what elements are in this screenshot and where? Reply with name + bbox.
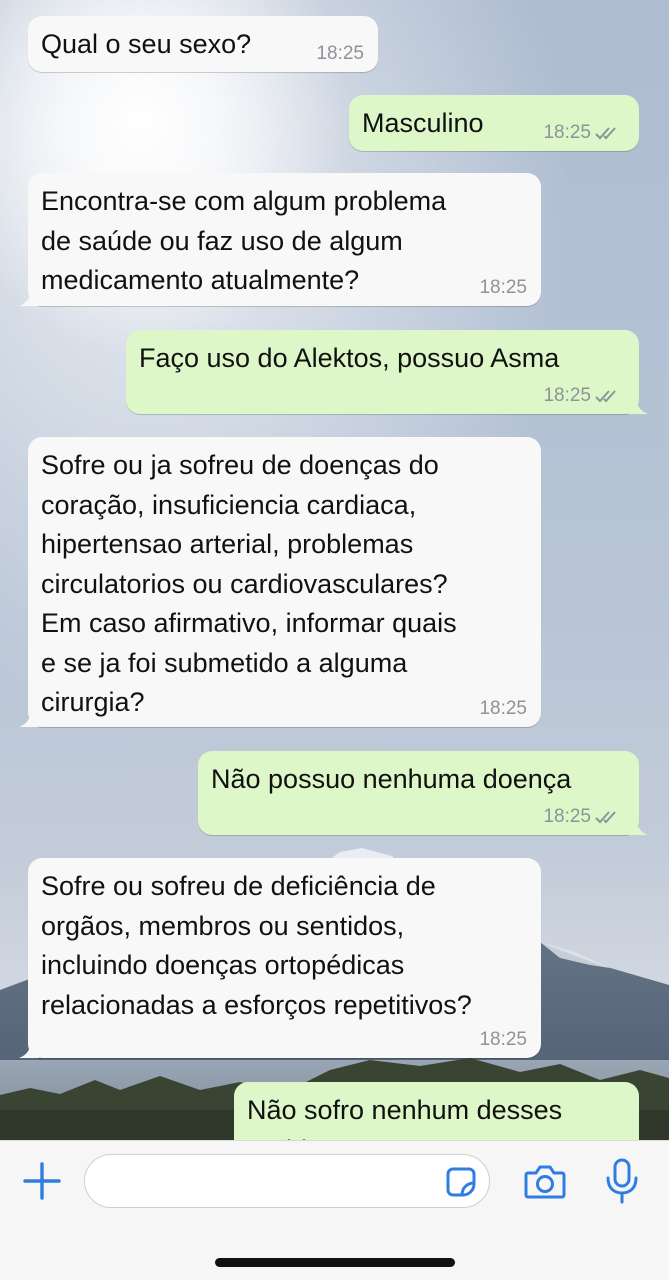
bubble-tail bbox=[19, 709, 39, 727]
bubble-tail bbox=[628, 817, 648, 835]
bubble-tail bbox=[19, 288, 39, 306]
message-time: 18:25 bbox=[543, 806, 591, 827]
message-bubble-incoming[interactable]: Qual o seu sexo? 18:25 bbox=[28, 16, 378, 72]
double-check-icon bbox=[595, 811, 616, 824]
message-time: 18:25 bbox=[543, 122, 591, 143]
message-time: 18:25 bbox=[479, 698, 527, 719]
message-bubble-incoming[interactable]: Sofre ou sofreu de deficiência de orgãos… bbox=[19, 858, 541, 1058]
message-list[interactable]: Qual o seu sexo? 18:25 Masculino 18:25 E… bbox=[0, 0, 669, 1140]
message-time: 18:25 bbox=[479, 277, 527, 298]
message-time: 18:25 bbox=[316, 43, 364, 64]
message-text: Qual o seu sexo? bbox=[41, 29, 252, 59]
microphone-icon[interactable] bbox=[605, 1158, 639, 1204]
message-text: Faço uso do Alektos, possuo Asma bbox=[139, 343, 560, 373]
message-time: 18:25 bbox=[479, 1029, 527, 1050]
message-composer-bar bbox=[0, 1140, 669, 1280]
message-time: 18:25 bbox=[543, 385, 591, 406]
message-text: Não sofro nenhum desses problemas bbox=[247, 1095, 563, 1140]
message-bubble-outgoing[interactable]: Não possuo nenhuma doença 18:25 bbox=[198, 751, 648, 835]
message-bubble-outgoing[interactable]: Faço uso do Alektos, possuo Asma 18:25 bbox=[126, 330, 648, 414]
message-text: Não possuo nenhuma doença bbox=[211, 764, 572, 794]
bubble-tail bbox=[19, 1040, 39, 1058]
message-text: Encontra-se com algum problema de saúde … bbox=[41, 186, 447, 295]
bubble-tail bbox=[628, 396, 648, 414]
plus-icon[interactable] bbox=[22, 1161, 62, 1201]
message-bubble-incoming[interactable]: Encontra-se com algum problema de saúde … bbox=[19, 173, 541, 306]
camera-icon[interactable] bbox=[524, 1162, 566, 1200]
message-bubble-outgoing[interactable]: Masculino 18:25 bbox=[349, 95, 639, 151]
message-bubble-outgoing[interactable]: Não sofro nenhum desses problemas bbox=[234, 1082, 639, 1140]
home-indicator bbox=[215, 1258, 455, 1267]
message-text: Sofre ou sofreu de deficiência de orgãos… bbox=[41, 871, 472, 1020]
sticker-icon[interactable] bbox=[445, 1166, 477, 1198]
double-check-icon bbox=[595, 390, 616, 403]
message-input[interactable] bbox=[84, 1154, 490, 1208]
message-text: Sofre ou ja sofreu de doenças do coração… bbox=[41, 450, 457, 717]
double-check-icon bbox=[595, 127, 616, 140]
message-bubble-incoming[interactable]: Sofre ou ja sofreu de doenças do coração… bbox=[19, 437, 541, 727]
